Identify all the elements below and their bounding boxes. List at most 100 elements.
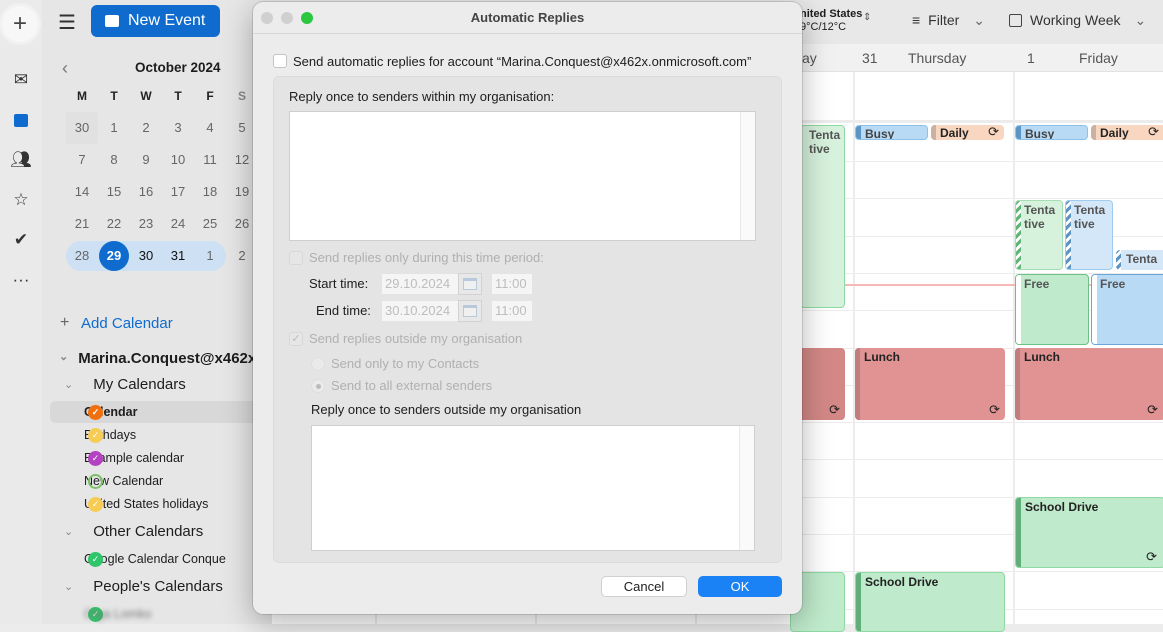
start-time-label: Start time:	[309, 276, 369, 291]
calendar-picker-icon[interactable]	[458, 273, 482, 295]
account-header[interactable]: ⌄ Marina.Conquest@x462x	[59, 350, 259, 367]
event-daily[interactable]: Daily ⟳	[1091, 125, 1163, 140]
day-cell[interactable]: 30	[66, 120, 98, 135]
end-time-field[interactable]: 11:00	[492, 301, 532, 321]
star-icon[interactable]: ☆	[6, 188, 36, 212]
event-tentative[interactable]: Tenta tive	[1065, 200, 1113, 270]
within-org-reply-textarea[interactable]	[289, 111, 756, 241]
event-free[interactable]: Free	[1091, 274, 1163, 345]
view-selector[interactable]: Working Week ⌄	[1009, 12, 1146, 29]
outside-org-reply-textarea[interactable]	[311, 425, 755, 551]
all-external-radio[interactable]	[311, 379, 325, 393]
day-cell[interactable]: 30	[130, 248, 162, 263]
calendar-item[interactable]: ✓ Example calendar	[50, 447, 260, 469]
chevron-down-icon: ⌄	[59, 351, 69, 363]
check-circle-icon[interactable]: ✓	[88, 497, 103, 512]
day-cell[interactable]: 22	[98, 216, 130, 231]
day-cell[interactable]: 16	[130, 184, 162, 199]
calendar-item[interactable]: ✓ Calendar	[50, 401, 260, 423]
calendar-picker-icon[interactable]	[458, 300, 482, 322]
people-icon[interactable]: 👥︎	[6, 148, 36, 172]
contacts-only-radio[interactable]	[311, 357, 325, 371]
event-school-drive[interactable]: School Drive ⟳	[1015, 497, 1163, 568]
chevron-down-icon: ⌄	[973, 12, 986, 28]
day-cell[interactable]: 25	[194, 216, 226, 231]
filter-button[interactable]: ≡ Filter ⌄	[912, 12, 985, 29]
event-busy[interactable]: Busy	[855, 125, 928, 140]
add-calendar-link[interactable]: Add Calendar	[81, 315, 173, 332]
day-cell[interactable]: 17	[162, 184, 194, 199]
day-cell[interactable]: 21	[66, 216, 98, 231]
check-circle-icon[interactable]: ✓	[88, 451, 103, 466]
stepper-icon[interactable]: ⇕	[863, 12, 871, 23]
menu-icon[interactable]: ☰	[58, 10, 76, 35]
day-cell[interactable]: 24	[162, 216, 194, 231]
day-cell[interactable]: 28	[66, 248, 98, 263]
calendar-group[interactable]: ⌄ Other Calendars	[64, 523, 203, 540]
day-cell[interactable]: 3	[162, 120, 194, 135]
filter-icon: ≡	[912, 12, 921, 28]
mail-icon[interactable]: ✉	[6, 68, 36, 92]
day-cell[interactable]: 10	[162, 152, 194, 167]
outside-org-label: Send replies outside my organisation	[309, 331, 523, 346]
calendar-item[interactable]: ✓ Olga Lomko	[50, 603, 260, 625]
day-cell[interactable]: 9	[130, 152, 162, 167]
calendar-item[interactable]: New Calendar	[50, 470, 260, 492]
day-cell[interactable]: 14	[66, 184, 98, 199]
chevron-down-icon: ⌄	[1134, 12, 1147, 28]
scrollbar[interactable]	[739, 426, 754, 550]
calendar-group[interactable]: ⌄ People's Calendars	[64, 578, 223, 595]
day-cell[interactable]: 31	[162, 248, 194, 263]
start-time-field[interactable]: 11:00	[492, 274, 532, 294]
prev-month-button[interactable]: ‹	[62, 58, 68, 79]
event-lunch[interactable]: Lunch ⟳	[1015, 348, 1163, 420]
day-cell[interactable]: 7	[66, 152, 98, 167]
day-cell[interactable]: 4	[194, 120, 226, 135]
send-auto-replies-label: Send automatic replies for account “Mari…	[293, 54, 752, 69]
plus-icon[interactable]: +	[2, 6, 38, 42]
check-circle-icon[interactable]: ✓	[88, 428, 103, 443]
calendar-item[interactable]: ✓ Birthdays	[50, 424, 260, 446]
contacts-only-label: Send only to my Contacts	[331, 356, 480, 371]
event-tentative[interactable]: Tenta	[1116, 250, 1163, 270]
calendar-icon	[105, 15, 119, 27]
repeat-icon: ⟳	[1148, 125, 1159, 139]
new-event-button[interactable]: New Event	[91, 5, 220, 37]
weekday-header: M	[77, 89, 87, 103]
more-icon[interactable]: ···	[6, 268, 36, 292]
check-circle-icon[interactable]: ✓	[88, 405, 103, 420]
event-tentative[interactable]: Tenta tive	[1015, 200, 1063, 270]
day-cell[interactable]: 1	[194, 248, 226, 263]
calendar-group[interactable]: ⌄ My Calendars	[64, 376, 186, 393]
event-daily[interactable]: Daily ⟳	[931, 125, 1004, 140]
start-date-field[interactable]: 29.10.2024	[382, 274, 458, 294]
send-auto-replies-checkbox[interactable]	[273, 54, 287, 68]
day-cell[interactable]: 2	[130, 120, 162, 135]
tasks-icon[interactable]: ✔	[6, 228, 36, 252]
event-free[interactable]: Free	[1015, 274, 1089, 345]
weekday-header: F	[206, 89, 214, 103]
calendar-icon[interactable]	[6, 108, 36, 132]
outside-org-checkbox[interactable]: ✓	[289, 332, 303, 346]
day-cell[interactable]: 11	[194, 152, 226, 167]
event-lunch[interactable]: Lunch ⟳	[855, 348, 1005, 420]
day-cell[interactable]: 1	[98, 120, 130, 135]
unchecked-circle-icon[interactable]	[88, 474, 103, 489]
day-cell[interactable]: 23	[130, 216, 162, 231]
day-cell[interactable]: 18	[194, 184, 226, 199]
event-school-drive[interactable]: School Drive	[855, 572, 1005, 632]
time-period-checkbox[interactable]	[289, 251, 303, 265]
ok-button[interactable]: OK	[698, 576, 782, 597]
weather-widget[interactable]: nited States 9°C/12°C	[800, 8, 862, 34]
today-cell[interactable]: 29	[99, 241, 129, 271]
check-circle-icon[interactable]: ✓	[88, 552, 103, 567]
calendar-item[interactable]: ✓ Google Calendar Conque	[50, 548, 260, 570]
day-cell[interactable]: 15	[98, 184, 130, 199]
cancel-button[interactable]: Cancel	[601, 576, 687, 597]
calendar-item[interactable]: ✓ United States holidays	[50, 493, 260, 515]
scrollbar[interactable]	[740, 112, 755, 240]
end-date-field[interactable]: 30.10.2024	[382, 301, 458, 321]
event-tentative[interactable]: Tenta tive	[800, 125, 845, 308]
event-busy[interactable]: Busy	[1015, 125, 1088, 140]
day-cell[interactable]: 8	[98, 152, 130, 167]
